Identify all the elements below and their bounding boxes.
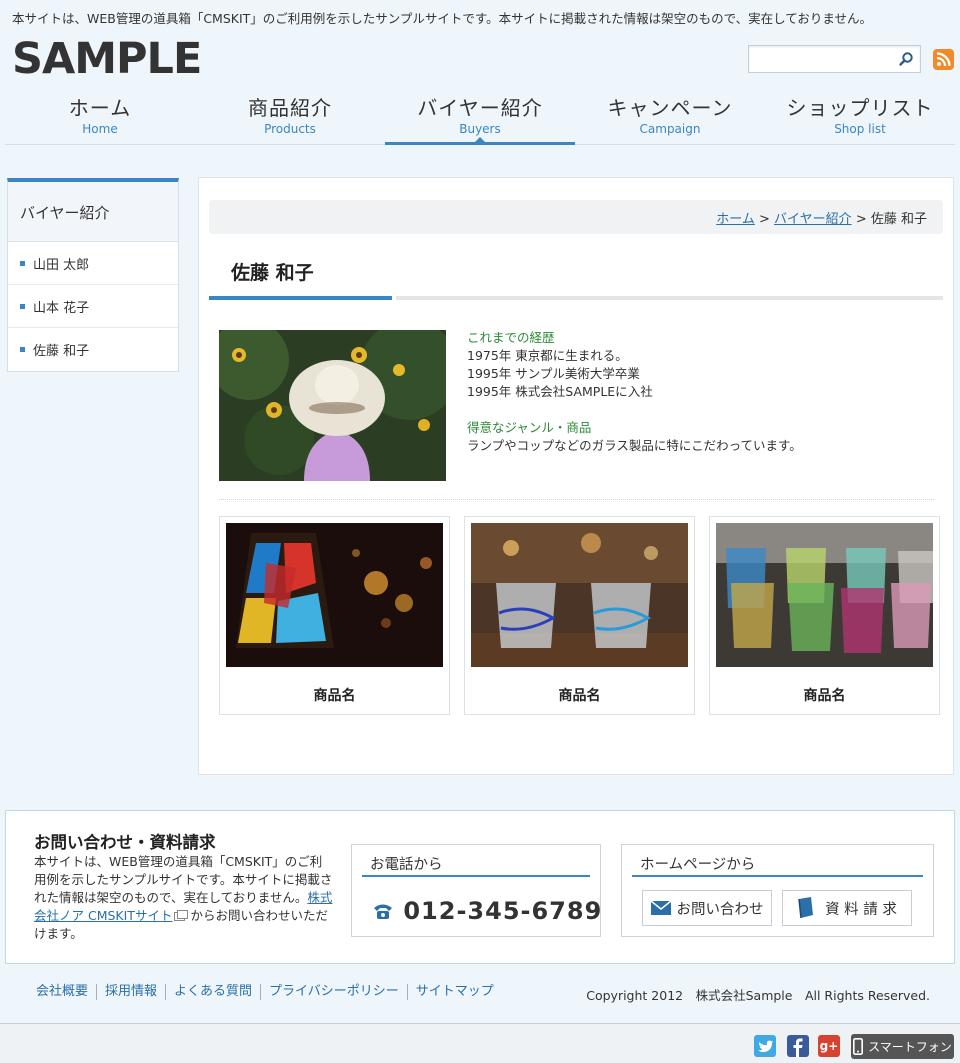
footer-link[interactable]: 会社概要	[28, 984, 96, 1000]
smartphone-icon	[853, 1038, 864, 1055]
smartphone-button[interactable]: スマートフォン	[851, 1034, 954, 1059]
bullet-icon	[20, 260, 25, 266]
nav-sublabel: Buyers	[459, 122, 501, 136]
footer-link[interactable]: サイトマップ	[406, 984, 502, 1000]
breadcrumb-buyers[interactable]: バイヤー紹介	[774, 212, 852, 227]
sidebar-title: バイヤー紹介	[8, 182, 178, 242]
copyright: Copyright 2012 株式会社Sample All Rights Res…	[586, 988, 930, 1003]
twitter-icon[interactable]	[754, 1035, 776, 1057]
product-image	[716, 523, 933, 667]
product-image	[471, 523, 688, 667]
breadcrumb-current: 佐藤 和子	[870, 212, 927, 227]
buyer-bio: これまでの経歴 1975年 東京都に生まれる。 1995年 サンプル美術大学卒業…	[467, 329, 802, 455]
nav-home[interactable]: ホーム Home	[5, 95, 195, 144]
product-name: 商品名	[558, 688, 601, 704]
main-content: ホーム > バイヤー紹介 > 佐藤 和子 佐藤 和子 これまでの経歴 1975年…	[198, 177, 954, 775]
web-box: ホームページから お問い合わせ 資 料 請 求	[621, 844, 934, 937]
site-logo[interactable]: SAMPLE	[12, 34, 202, 84]
breadcrumb-home[interactable]: ホーム	[716, 212, 755, 227]
sidebar-item[interactable]: 佐藤 和子	[8, 328, 178, 371]
nav-label: 商品紹介	[248, 96, 332, 120]
breadcrumb-sep: >	[855, 212, 867, 227]
mail-icon	[650, 901, 671, 915]
career-line: 1995年 サンプル美術大学卒業	[467, 366, 640, 381]
footer-link[interactable]: プライバシーポリシー	[260, 984, 407, 1000]
facebook-icon[interactable]	[787, 1035, 809, 1057]
inquiry-button[interactable]: お問い合わせ	[642, 890, 772, 926]
nav-label: ホーム	[68, 96, 132, 120]
footer-nav: 会社概要 採用情報 よくある質問 プライバシーポリシー サイトマップ	[28, 984, 502, 1000]
sidebar-item-label: 山本 花子	[33, 300, 90, 316]
product-card[interactable]: 商品名	[464, 516, 695, 715]
sidebar-item-label: 山田 太郎	[33, 257, 90, 273]
sidebar-item[interactable]: 山田 太郎	[8, 242, 178, 285]
contact-text: 本サイトは、WEB管理の道具箱「CMSKIT」のご利用例を示したサンプルサイトで…	[34, 853, 334, 943]
genre-heading: 得意なジャンル・商品	[467, 420, 592, 435]
request-button[interactable]: 資 料 請 求	[782, 890, 912, 926]
footer-link[interactable]: よくある質問	[165, 984, 260, 1000]
product-name: 商品名	[803, 688, 846, 704]
phone-box: お電話から 012-345-6789	[351, 844, 601, 937]
contact-text-before: 本サイトは、WEB管理の道具箱「CMSKIT」のご利用例を示したサンプルサイトで…	[34, 854, 333, 905]
nav-buyers[interactable]: バイヤー紹介 Buyers	[385, 95, 575, 145]
search-box[interactable]	[748, 45, 921, 73]
nav-sublabel: Home	[82, 122, 118, 136]
site-notice: 本サイトは、WEB管理の道具箱「CMSKIT」のご利用例を示したサンプルサイトで…	[12, 11, 873, 26]
sidebar: バイヤー紹介 山田 太郎 山本 花子 佐藤 和子	[7, 178, 179, 372]
global-nav: ホーム Home 商品紹介 Products バイヤー紹介 Buyers キャン…	[5, 95, 955, 145]
product-name: 商品名	[313, 688, 356, 704]
phone-number[interactable]: 012-345-6789	[372, 897, 602, 925]
career-line: 1995年 株式会社SAMPLEに入社	[467, 384, 653, 399]
web-heading: ホームページから	[632, 853, 923, 877]
bottom-bar	[0, 1024, 960, 1063]
title-underline	[209, 296, 392, 300]
nav-label: キャンペーン	[607, 96, 733, 120]
bullet-icon	[20, 347, 25, 352]
contact-title: お問い合わせ・資料請求	[34, 833, 216, 852]
bullet-icon	[20, 303, 25, 309]
nav-label: バイヤー紹介	[417, 96, 543, 120]
nav-label: ショップリスト	[786, 96, 934, 120]
genre-text: ランプやコップなどのガラス製品に特にこだわっています。	[467, 438, 802, 453]
buyer-photo	[219, 330, 446, 481]
sidebar-item[interactable]: 山本 花子	[8, 285, 178, 328]
nav-shoplist[interactable]: ショップリスト Shop list	[765, 95, 955, 144]
nav-sublabel: Products	[264, 122, 316, 136]
breadcrumb-sep: >	[759, 212, 770, 227]
sidebar-item-label: 佐藤 和子	[33, 344, 90, 359]
title-underline-rest	[396, 296, 943, 300]
smartphone-label: スマートフォン	[868, 1040, 952, 1054]
career-line: 1975年 東京都に生まれる。	[467, 348, 628, 363]
breadcrumb: ホーム > バイヤー紹介 > 佐藤 和子	[209, 200, 943, 234]
phone-icon	[374, 904, 392, 919]
external-window-icon	[174, 910, 189, 921]
nav-sublabel: Campaign	[639, 122, 701, 136]
nav-products[interactable]: 商品紹介 Products	[195, 95, 385, 144]
google-plus-icon[interactable]: g+	[818, 1035, 840, 1057]
contact-section: お問い合わせ・資料請求 本サイトは、WEB管理の道具箱「CMSKIT」のご利用例…	[5, 810, 955, 964]
divider	[219, 499, 934, 500]
nav-campaign[interactable]: キャンペーン Campaign	[575, 95, 765, 144]
rss-icon[interactable]	[933, 49, 954, 70]
product-image	[226, 523, 443, 667]
search-icon[interactable]	[898, 51, 914, 67]
inquiry-label: お問い合わせ	[676, 901, 764, 918]
request-label: 資 料 請 求	[825, 901, 897, 918]
page-title: 佐藤 和子	[231, 262, 314, 284]
nav-sublabel: Shop list	[834, 122, 886, 136]
product-card[interactable]: 商品名	[219, 516, 450, 715]
active-pointer-icon	[475, 137, 485, 142]
product-card[interactable]: 商品名	[709, 516, 940, 715]
document-icon	[798, 897, 814, 919]
phone-heading: お電話から	[362, 853, 590, 877]
phone-number-text: 012-345-6789	[403, 897, 603, 925]
footer-link[interactable]: 採用情報	[96, 984, 165, 1000]
career-heading: これまでの経歴	[467, 330, 555, 345]
